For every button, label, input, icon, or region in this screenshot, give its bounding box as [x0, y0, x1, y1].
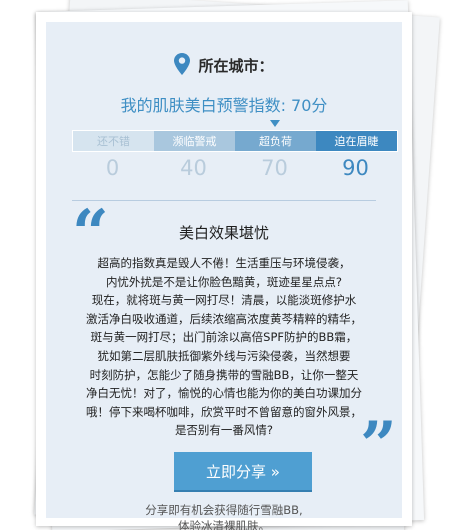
level-segment-2: 濒临警戒	[154, 131, 235, 151]
warning-index-headline: 我的肌肤美白预警指数: 70分	[120, 96, 328, 115]
result-card: 所在城市： 我的肌肤美白预警指数: 70分 还不错 濒临警戒 超负荷 迫在眉睫 …	[36, 12, 412, 530]
level-scale: 还不错 濒临警戒 超负荷 迫在眉睫	[72, 130, 398, 152]
description-line: 激活净白吸收通道，后续浓缩高浓度黄芩精粹的精华，	[86, 311, 362, 326]
level-score-3: 70	[261, 156, 288, 180]
card-panel: 所在城市： 我的肌肤美白预警指数: 70分 还不错 濒临警戒 超负荷 迫在眉睫 …	[46, 22, 402, 530]
level-score-1: 0	[105, 156, 120, 180]
level-scores: 0 40 70 90	[72, 156, 396, 186]
share-reward-line-1: 分享即有机会获得随行雪融BB,	[145, 503, 303, 517]
level-segment-1: 还不错	[73, 131, 154, 151]
level-segment-4: 迫在眉睫	[316, 131, 397, 151]
description-line: 现在，就将斑与黄一网打尽！清晨，以能淡斑修护水	[91, 293, 357, 308]
location-row[interactable]: 所在城市：	[46, 52, 402, 76]
map-pin-icon	[174, 53, 191, 75]
level-pointer-icon	[270, 120, 280, 127]
section-divider	[72, 200, 376, 201]
location-label: 所在城市：	[198, 56, 274, 75]
description-line: 斑与黄一网打尽；出门前涂以高倍SPF防护的BB霜，	[90, 330, 358, 345]
share-reward-line-2: 体验冰清裸肌肤。	[178, 519, 270, 530]
level-score-4: 90	[342, 156, 369, 180]
description-line: 犹如第二层肌肤抵御紫外线与污染侵袭，当然想要	[97, 348, 351, 363]
result-title: 美白效果堪忧	[178, 224, 269, 242]
description-line: 是否别有一番风情?	[174, 423, 274, 438]
stage: 所在城市： 我的肌肤美白预警指数: 70分 还不错 濒临警戒 超负荷 迫在眉睫 …	[0, 0, 458, 530]
result-description: 超高的指数真是毁人不倦！生活重压与环境侵袭， 内忧外扰是不是让你脸色黯黄，斑迹星…	[66, 254, 382, 440]
description-line: 净白无忧！对了，愉悦的心情也能为你的美白功课加分	[86, 386, 362, 401]
description-line: 超高的指数真是毁人不倦！生活重压与环境侵袭，	[97, 256, 351, 270]
description-line: 内忧外扰是不是让你脸色黯黄，斑迹星星点点?	[105, 274, 343, 289]
level-segment-3: 超负荷	[235, 131, 316, 151]
description-line: 时刻防护，怎能少了随身携带的雪融BB，让你一整天	[89, 367, 359, 382]
share-now-button[interactable]: 立即分享 »	[174, 452, 312, 492]
close-quote-icon: ”	[360, 408, 397, 483]
description-line: 哦！停下来喝杯咖啡，欣赏平时不曾留意的窗外风景，	[86, 404, 362, 419]
level-score-2: 40	[180, 156, 207, 180]
share-reward-note: 分享即有机会获得随行雪融BB, 体验冰清裸肌肤。	[46, 502, 402, 530]
